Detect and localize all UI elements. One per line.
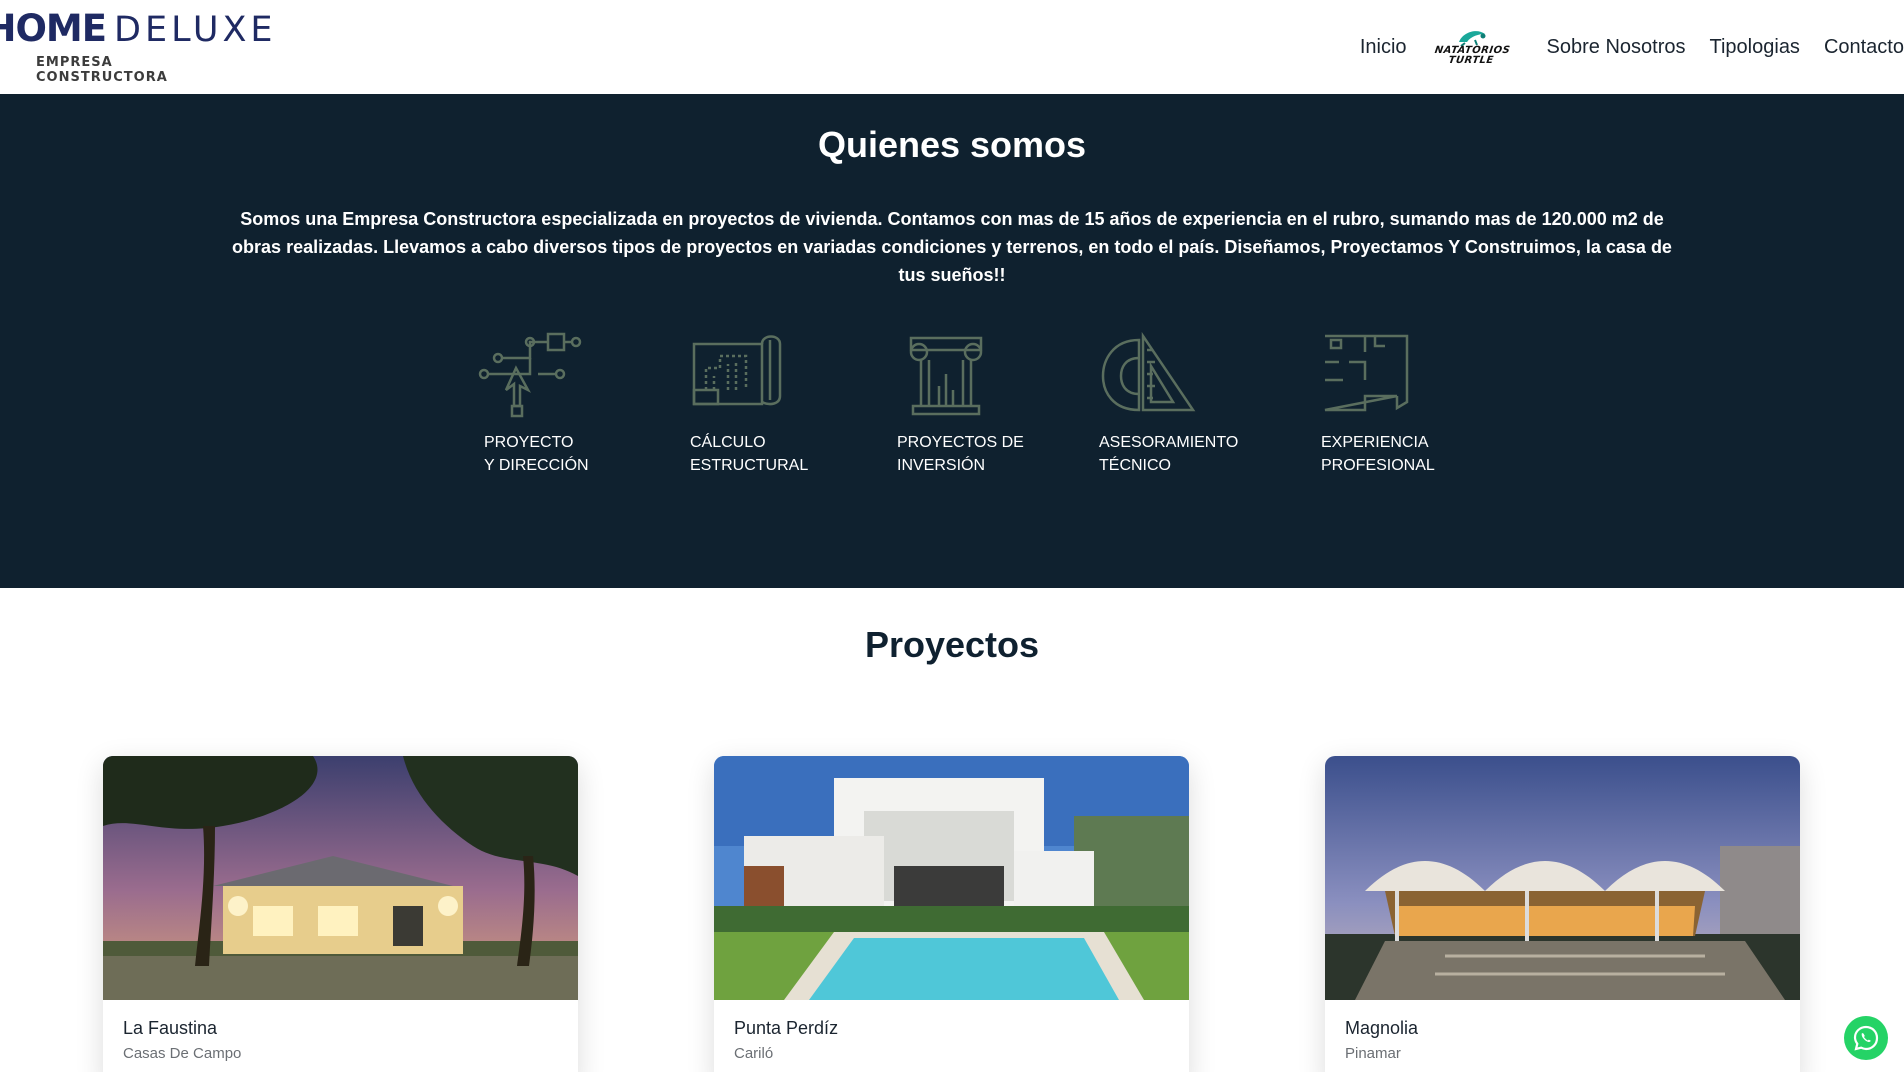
service-label-line1: PROYECTOS DE [897,434,1024,451]
card-title: Punta Perdíz [734,1018,839,1038]
card-subtitle: Casas De Campo [123,1045,242,1062]
service-label: ASESORAMIENTO TÉCNICO [1099,431,1279,477]
nav-link-sobre-nosotros[interactable]: Sobre Nosotros [1547,36,1686,59]
service-calculo-estructural: CÁLCULO ESTRUCTURAL [690,330,870,477]
service-label: CÁLCULO ESTRUCTURAL [690,431,870,477]
card-body: Punta Perdíz Cariló [714,1000,1189,1072]
card-subtitle: Cariló [734,1045,774,1062]
service-label-line2: Y DIRECCIÓN [484,457,589,474]
service-label-line1: EXPERIENCIA [1321,434,1429,451]
navbar: HOME DELUXE EMPRESA CONSTRUCTORA Inicio … [0,0,1904,94]
natatorios-turtle-text: NATATORIOS TURTLE [1432,45,1511,66]
service-label: EXPERIENCIA PROFESIONAL [1321,431,1501,477]
card-subtitle: Pinamar [1345,1045,1401,1062]
card-title: Magnolia [1345,1018,1419,1038]
whatsapp-button[interactable] [1844,1016,1888,1060]
service-label-line2: TÉCNICO [1099,457,1171,474]
column-chart-icon [909,336,983,416]
service-label-line2: PROFESIONAL [1321,457,1435,474]
logo[interactable]: HOME DELUXE EMPRESA CONSTRUCTORA [0,10,273,85]
card-title: La Faustina [123,1018,218,1038]
project-card-la-faustina[interactable]: La Faustina Casas De Campo [103,756,578,1072]
project-image [714,756,1189,1000]
logo-deluxe-text: DELUXE [114,9,277,50]
service-label-line1: ASESORAMIENTO [1099,434,1239,451]
natatorios-turtle-link[interactable]: NATATORIOS TURTLE [1431,28,1513,66]
logo-home-text: HOME [0,6,107,50]
card-body: Magnolia Pinamar [1325,1000,1800,1072]
projects-title: Proyectos [864,624,1040,665]
project-direction-icon [478,332,582,418]
turtle-icon [1458,31,1486,46]
project-image [103,756,578,1000]
service-label-line1: PROYECTO [484,434,574,451]
protractor-ruler-icon [1101,331,1196,412]
card-body: La Faustina Casas De Campo [103,1000,578,1072]
about-text: Somos una Empresa Constructora especiali… [230,205,1674,289]
logo-subtitle: EMPRESA CONSTRUCTORA [36,54,168,85]
nav-link-tipologias[interactable]: Tipologias [1710,36,1800,59]
page: HOME DELUXE EMPRESA CONSTRUCTORA Inicio … [0,0,1904,1072]
service-asesoramiento-tecnico: ASESORAMIENTO TÉCNICO [1099,330,1279,477]
service-label-line2: INVERSIÓN [897,457,986,474]
whatsapp-icon [1853,1025,1879,1051]
about-title: Quienes somos [817,124,1087,165]
service-proyecto-direccion: PROYECTO Y DIRECCIÓN [478,330,664,477]
brand-line-2: TURTLE [1447,55,1495,66]
nav-links: Inicio NATATORIOS TURTLE Sobre Nosotros … [1360,0,1904,94]
service-label: PROYECTO Y DIRECCIÓN [484,431,664,477]
logo-wordmark: HOME DELUXE [0,10,277,48]
project-card-magnolia[interactable]: Magnolia Pinamar [1325,756,1800,1072]
floor-plan-icon [1324,334,1409,412]
service-label-line1: CÁLCULO [690,434,766,451]
service-experiencia-profesional: EXPERIENCIA PROFESIONAL [1321,330,1501,477]
service-label: PROYECTOS DE INVERSIÓN [897,431,1077,477]
service-proyectos-inversion: PROYECTOS DE INVERSIÓN [897,330,1077,477]
blueprint-icon [692,335,782,406]
services-row: PROYECTO Y DIRECCIÓN CÁLCULO ESTRUCTURAL [0,330,1904,490]
project-card-punta-perdiz[interactable]: Punta Perdíz Cariló [714,756,1189,1072]
nav-link-contacto[interactable]: Contacto [1824,36,1904,59]
nav-link-inicio[interactable]: Inicio [1360,36,1407,59]
about-section: Quienes somos Somos una Empresa Construc… [0,94,1904,588]
project-image [1325,756,1800,1000]
service-label-line2: ESTRUCTURAL [690,457,809,474]
